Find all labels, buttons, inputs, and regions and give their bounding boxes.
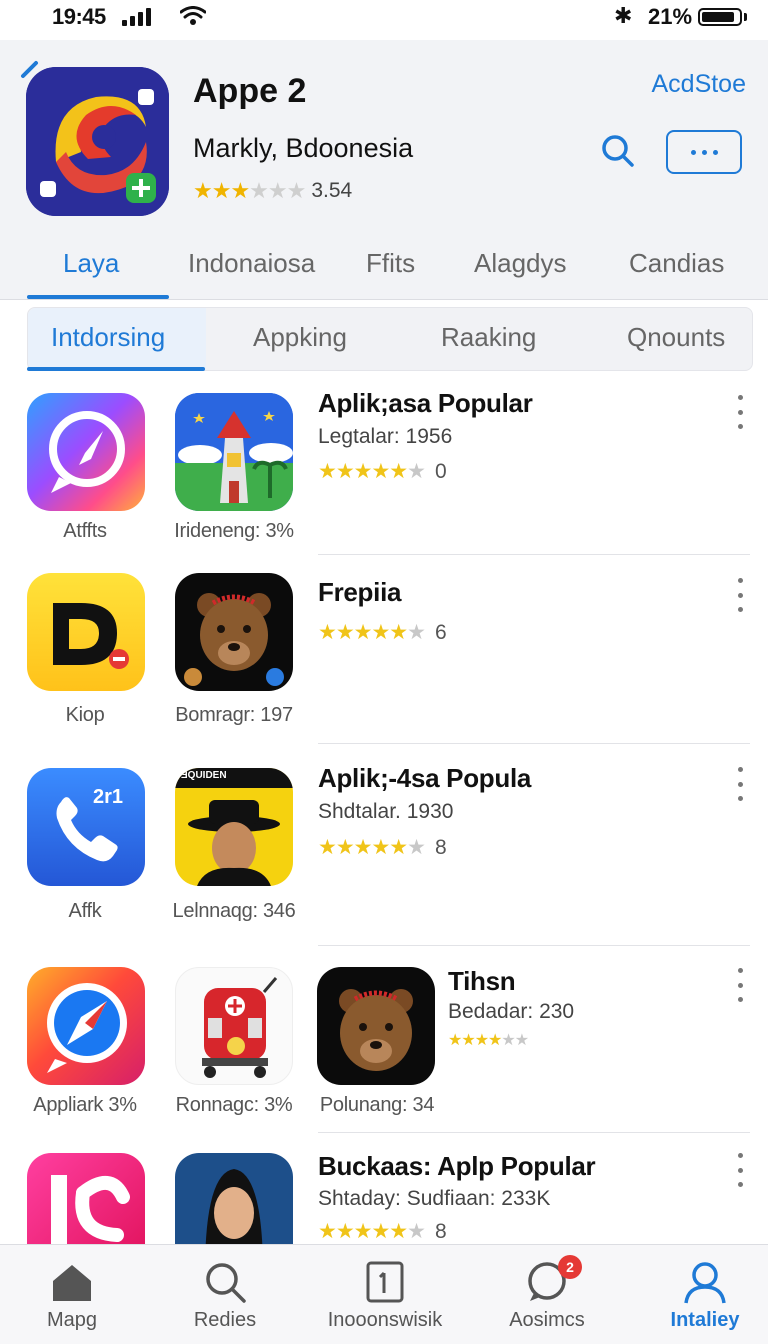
rating-count: 0 bbox=[434, 459, 447, 483]
item-more-icon[interactable] bbox=[733, 578, 747, 612]
bluetooth-icon: ✱ bbox=[614, 3, 633, 28]
compass-app-icon[interactable] bbox=[27, 967, 145, 1085]
icon-caption: Bomragr: 197 bbox=[175, 704, 293, 726]
star-rating-icon: ★★★★★★ bbox=[318, 460, 426, 483]
portrait-hat-app-icon[interactable]: ƎQUIDEN bbox=[175, 768, 293, 886]
letter-d-app-icon[interactable] bbox=[27, 573, 145, 691]
item-rating: ★★★★★★ 8 bbox=[318, 835, 447, 860]
item-title[interactable]: Aplik;-4sa Popula bbox=[318, 763, 531, 794]
store-link[interactable]: AcdStoe bbox=[651, 70, 746, 99]
segment-raaking[interactable]: Raaking bbox=[441, 322, 536, 353]
item-more-icon[interactable] bbox=[733, 968, 747, 1002]
cellular-signal-icon bbox=[122, 8, 168, 26]
item-more-icon[interactable] bbox=[733, 395, 747, 429]
star-rating-icon: ★★★★★★ bbox=[318, 836, 426, 859]
nav-label: Inooonswisik bbox=[327, 1309, 443, 1331]
status-bar: 19:45 ✱ 21% bbox=[0, 0, 768, 40]
divider bbox=[318, 1132, 750, 1133]
castle-landscape-app-icon[interactable] bbox=[175, 393, 293, 511]
segment-tabs: Intdorsing Appking Raaking Qnounts bbox=[27, 307, 753, 371]
profile-icon bbox=[684, 1262, 726, 1304]
notification-badge: 2 bbox=[558, 1255, 582, 1279]
item-subtitle: Legtalar: 1956 bbox=[318, 425, 453, 448]
item-subtitle: Bedadar: 230 bbox=[448, 1000, 575, 1023]
rating-count: 8 bbox=[434, 835, 447, 859]
item-more-icon[interactable] bbox=[733, 767, 747, 801]
item-subtitle: Shtaday: Sudfiaan: 233K bbox=[318, 1187, 551, 1210]
item-title[interactable]: Buckaas: Aplp Popular bbox=[318, 1151, 596, 1182]
item-more-icon[interactable] bbox=[733, 1153, 747, 1187]
star-rating-icon: ★★★★★★ bbox=[318, 1220, 426, 1243]
item-rating: ★★★★★★ 6 bbox=[318, 620, 447, 645]
app-title: Appe 2 bbox=[193, 72, 307, 110]
app-logo-icon bbox=[26, 67, 169, 216]
active-tab-indicator bbox=[27, 295, 169, 299]
tab-laya[interactable]: Laya bbox=[63, 248, 119, 279]
item-title[interactable]: Frepiia bbox=[318, 577, 401, 608]
active-segment-indicator bbox=[27, 367, 205, 371]
nav-label: Aosimcs bbox=[509, 1309, 585, 1331]
nav-label: Intaliey bbox=[670, 1309, 740, 1331]
segment-intdorsing[interactable]: Intdorsing bbox=[51, 322, 165, 353]
category-tabs: Laya Indonaiosa Ffits Alagdys Candias bbox=[0, 240, 768, 300]
icon-caption: Ronnagc: 3% bbox=[175, 1094, 293, 1116]
rating-count: 8 bbox=[434, 1219, 447, 1243]
item-rating: ★★★★★★ 0 bbox=[318, 459, 447, 484]
item-rating: ★★★★★★ bbox=[448, 1030, 529, 1050]
search-icon bbox=[206, 1263, 246, 1303]
item-subtitle: Shdtalar. 1930 bbox=[318, 800, 454, 823]
bookmark-icon bbox=[366, 1261, 404, 1303]
more-options-button[interactable] bbox=[666, 130, 742, 174]
icon-caption: Lelnnaqg: 346 bbox=[172, 900, 296, 922]
battery-icon bbox=[698, 8, 747, 26]
home-icon bbox=[53, 1265, 91, 1301]
bear-app-icon[interactable] bbox=[317, 967, 435, 1085]
icon-banner-text: ƎQUIDEN bbox=[181, 770, 227, 781]
battery-percentage: 21% bbox=[648, 4, 693, 29]
robot-app-icon[interactable] bbox=[175, 967, 293, 1085]
nav-label: Redies bbox=[193, 1309, 257, 1331]
item-title[interactable]: Aplik;asa Popular bbox=[318, 388, 533, 419]
app-rating-value: 3.54 bbox=[311, 179, 353, 202]
divider bbox=[318, 945, 750, 946]
star-rating-icon: ★★★★★★ bbox=[448, 1032, 529, 1049]
segment-appking[interactable]: Appking bbox=[253, 322, 347, 353]
segment-qnounts[interactable]: Qnounts bbox=[627, 322, 725, 353]
nav-label: Mapg bbox=[46, 1309, 98, 1331]
divider bbox=[318, 743, 750, 744]
bear-app-icon[interactable] bbox=[175, 573, 293, 691]
nav-item-inooonswisik[interactable]: Inooonswisik bbox=[310, 1245, 460, 1344]
tab-ffits[interactable]: Ffits bbox=[366, 248, 415, 279]
icon-caption: Kiop bbox=[65, 704, 105, 726]
bottom-navigation: Mapg Redies Inooonswisik 2 Aosimcs Intal… bbox=[0, 1244, 768, 1344]
icon-caption: Irideneng: 3% bbox=[174, 520, 294, 542]
star-rating-icon: ★★★★★★ bbox=[193, 178, 306, 203]
icon-caption: Appliark 3% bbox=[33, 1094, 137, 1116]
icon-badge-text: 2r1 bbox=[93, 786, 124, 808]
search-icon[interactable] bbox=[600, 133, 636, 169]
status-time: 19:45 bbox=[52, 4, 106, 29]
item-rating: ★★★★★★ 8 bbox=[318, 1219, 447, 1244]
app-rating: ★★★★★★ 3.54 bbox=[193, 178, 352, 204]
tab-candias[interactable]: Candias bbox=[629, 248, 724, 279]
icon-caption: Affk bbox=[68, 900, 102, 922]
nav-item-intaliey[interactable]: Intaliey bbox=[630, 1245, 768, 1344]
divider bbox=[318, 554, 750, 555]
icon-caption: Polunang: 34 bbox=[319, 1094, 435, 1116]
chat-compass-app-icon[interactable] bbox=[27, 393, 145, 511]
nav-item-aosimcs[interactable]: 2 Aosimcs bbox=[472, 1245, 622, 1344]
nav-item-mapg[interactable]: Mapg bbox=[0, 1245, 147, 1344]
tab-alagdys[interactable]: Alagdys bbox=[474, 248, 567, 279]
wifi-icon bbox=[180, 6, 206, 25]
phone-app-icon[interactable]: 2r1 bbox=[27, 768, 145, 886]
nav-item-redies[interactable]: Redies bbox=[150, 1245, 300, 1344]
star-rating-icon: ★★★★★★ bbox=[318, 621, 426, 644]
tab-indonaiosa[interactable]: Indonaiosa bbox=[188, 248, 315, 279]
app-developer[interactable]: Mаrkly, Bdoonesia bbox=[193, 133, 413, 164]
icon-caption: Atffts bbox=[63, 520, 107, 542]
item-title[interactable]: Tihsn bbox=[448, 966, 516, 997]
rating-count: 6 bbox=[434, 620, 447, 644]
